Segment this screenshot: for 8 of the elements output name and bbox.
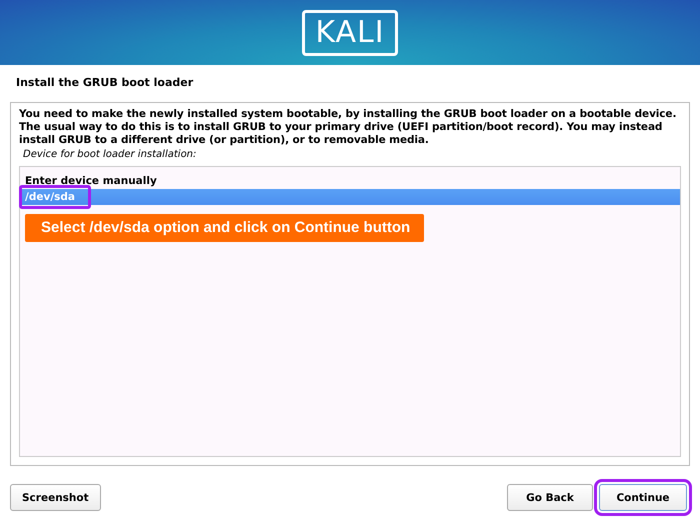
field-label: Device for boot loader installation: bbox=[23, 149, 198, 160]
logo: KALI bbox=[302, 10, 398, 56]
page-title: Install the GRUB boot loader bbox=[15, 75, 194, 91]
callout-label: Select /dev/sda option and click on Continue button bbox=[25, 214, 424, 242]
action-button[interactable]: Go Back bbox=[507, 484, 593, 511]
description-text: You need to make the newly installed system bootable, by installing the GRUB boot loader on a bootable device. The usual way to do this is to install GRUB to your primary drive (UEFI partition/boot record). You may instead install GRUB to a different drive (or partition), or to removable media. bbox=[19, 108, 678, 147]
action-button[interactable]: Screenshot bbox=[10, 484, 101, 511]
list-item[interactable]: Enter device manually bbox=[20, 173, 680, 189]
